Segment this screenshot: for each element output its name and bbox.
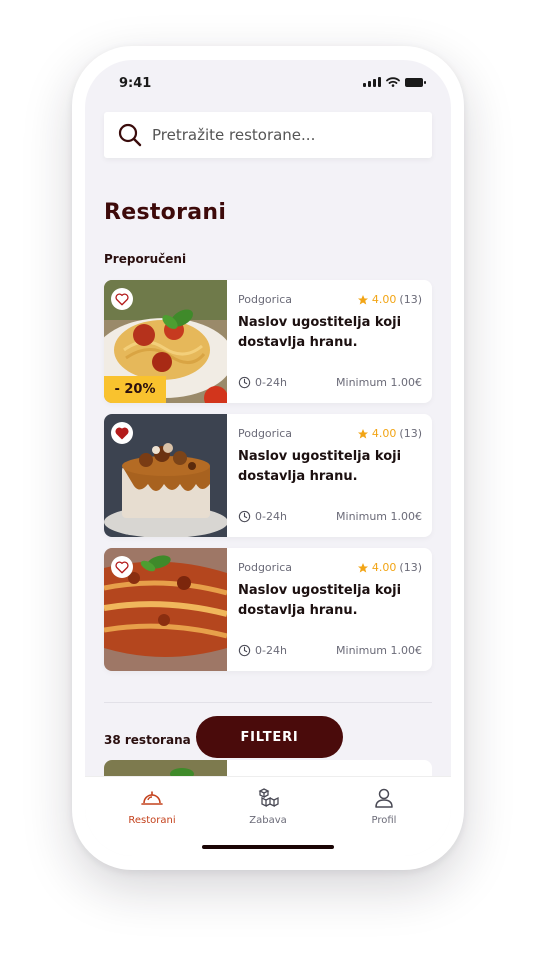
star-icon [357, 562, 368, 572]
hours-text: 0-24h [255, 644, 287, 657]
restaurant-rating: 4.00 (13) [357, 561, 422, 574]
favorite-button[interactable] [111, 556, 133, 578]
card-details: Podgorica 4.00 (13) Naslov ugostitelja k… [238, 280, 422, 403]
minimum-order: Minimum 1.00€ [336, 376, 422, 389]
card-details: Podgorica 4.00 (13) Naslov ugostitelja k… [238, 548, 422, 671]
nav-item-profil[interactable]: Profil [339, 787, 429, 826]
wifi-icon [386, 77, 400, 87]
restaurant-rating: 4.00 (13) [357, 293, 422, 306]
nav-label: Profil [371, 815, 397, 826]
rating-count: (13) [399, 561, 422, 574]
nav-label: Zabava [249, 815, 287, 826]
favorite-button[interactable] [111, 422, 133, 444]
bottom-nav: Restorani Zabava Profil [85, 776, 451, 856]
rating-count: (13) [399, 427, 422, 440]
restaurant-city: Podgorica [238, 561, 293, 574]
card-details: Podgorica 4.00 (13) Naslov ugostitelja k… [238, 414, 422, 537]
rating-count: (13) [399, 293, 422, 306]
clock-icon [238, 510, 251, 523]
restaurant-rating: 4.00 (13) [357, 427, 422, 440]
status-time: 9:41 [119, 76, 152, 91]
clock-icon [238, 644, 251, 657]
section-divider [104, 702, 432, 703]
restaurant-name: Naslov ugostitelja koji dostavlja hranu. [238, 315, 402, 350]
minimum-order: Minimum 1.00€ [336, 644, 422, 657]
hours-text: 0-24h [255, 510, 287, 523]
food-image-lasagna [104, 548, 227, 671]
food-image-spaghetti: - 20% [104, 280, 227, 403]
minimum-order: Minimum 1.00€ [336, 510, 422, 523]
restaurant-city: Podgorica [238, 427, 293, 440]
signal-icon [363, 77, 381, 87]
phone-frame: 9:41 Restorani Preporučeni [72, 46, 464, 870]
user-icon [375, 788, 393, 808]
app-screen: 9:41 Restorani Preporučeni [85, 60, 451, 856]
restaurant-name: Naslov ugostitelja koji dostavlja hranu. [238, 449, 402, 484]
opening-hours: 0-24h [238, 510, 287, 523]
restaurant-card[interactable]: Podgorica 4.00 (13) Naslov ugostitelja k… [104, 414, 432, 537]
opening-hours: 0-24h [238, 644, 287, 657]
opening-hours: 0-24h [238, 376, 287, 389]
heart-outline-icon [115, 293, 129, 305]
search-bar[interactable] [104, 112, 432, 158]
heart-outline-icon [115, 561, 129, 573]
star-icon [357, 294, 368, 304]
restaurant-count: 38 restorana [104, 733, 191, 747]
page-title: Restorani [104, 200, 227, 225]
clock-icon [238, 376, 251, 389]
restaurant-name: Naslov ugostitelja koji dostavlja hranu. [238, 583, 402, 618]
food-image-cake [104, 414, 227, 537]
hours-text: 0-24h [255, 376, 287, 389]
filter-button[interactable]: FILTERI [196, 716, 343, 758]
rating-value: 4.00 [371, 561, 397, 574]
battery-icon [405, 77, 426, 87]
restaurant-city: Podgorica [238, 293, 293, 306]
discount-badge: - 20% [104, 376, 166, 403]
search-input[interactable] [152, 126, 402, 144]
cloche-icon [141, 791, 163, 805]
search-icon [118, 123, 142, 147]
home-indicator [202, 845, 334, 849]
restaurant-card[interactable]: Podgorica 4.00 (13) Naslov ugostitelja k… [104, 548, 432, 671]
nav-label: Restorani [128, 815, 176, 826]
recommended-label: Preporučeni [104, 252, 187, 266]
status-icons [363, 77, 426, 87]
favorite-button[interactable] [111, 288, 133, 310]
heart-filled-icon [115, 427, 129, 439]
boxes-icon [258, 788, 279, 808]
star-icon [357, 428, 368, 438]
nav-item-zabava[interactable]: Zabava [223, 787, 313, 826]
nav-item-restorani[interactable]: Restorani [107, 787, 197, 826]
rating-value: 4.00 [371, 293, 397, 306]
rating-value: 4.00 [371, 427, 397, 440]
restaurant-card[interactable]: - 20% Podgorica 4.00 (13) Naslov ugostit… [104, 280, 432, 403]
